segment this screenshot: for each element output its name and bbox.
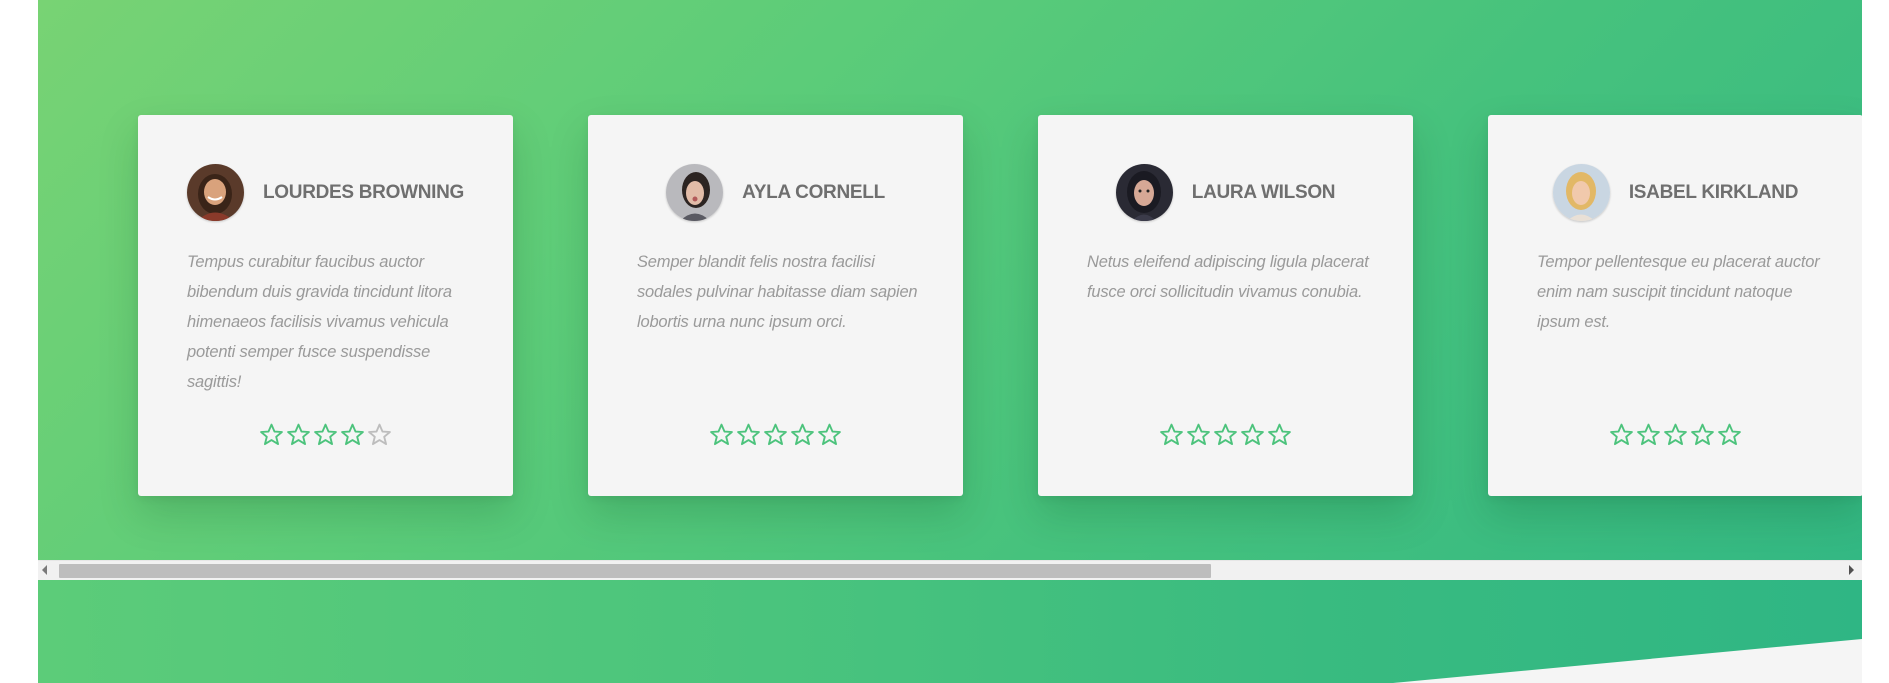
star-filled-icon xyxy=(1636,422,1661,447)
testimonial-card: AYLA CORNELL Semper blandit felis nostra… xyxy=(588,115,963,496)
star-filled-icon xyxy=(259,422,284,447)
star-filled-icon xyxy=(1717,422,1742,447)
star-filled-icon xyxy=(1663,422,1688,447)
reviewer-name: LOURDES BROWNING xyxy=(262,181,465,203)
star-empty-icon xyxy=(367,422,392,447)
page: LOURDES BROWNING Tempus curabitur faucib… xyxy=(0,0,1889,683)
scrollbar-thumb[interactable] xyxy=(59,564,1211,578)
footer-green-band xyxy=(38,580,1862,683)
star-rating xyxy=(588,422,963,447)
testimonials-carousel[interactable]: LOURDES BROWNING Tempus curabitur faucib… xyxy=(138,115,1862,496)
avatar xyxy=(186,164,244,221)
testimonials-section: LOURDES BROWNING Tempus curabitur faucib… xyxy=(38,0,1862,560)
scroll-left-arrow-icon[interactable] xyxy=(42,565,47,575)
reviewer-name: LAURA WILSON xyxy=(1191,181,1336,203)
star-filled-icon xyxy=(817,422,842,447)
star-filled-icon xyxy=(1267,422,1292,447)
testimonial-quote: Tempus curabitur faucibus auctor bibendu… xyxy=(187,253,452,391)
star-rating xyxy=(1488,422,1862,447)
testimonial-card: LOURDES BROWNING Tempus curabitur faucib… xyxy=(138,115,513,496)
star-filled-icon xyxy=(709,422,734,447)
white-diagonal-shape xyxy=(1393,639,1862,683)
star-filled-icon xyxy=(790,422,815,447)
avatar xyxy=(1115,164,1173,221)
scroll-right-arrow-icon[interactable] xyxy=(1849,565,1854,575)
avatar xyxy=(1552,164,1610,221)
star-filled-icon xyxy=(1240,422,1265,447)
star-filled-icon xyxy=(1186,422,1211,447)
right-margin xyxy=(1862,0,1889,683)
reviewer-name: ISABEL KIRKLAND xyxy=(1628,181,1799,203)
testimonial-header: AYLA CORNELL xyxy=(588,164,963,221)
star-filled-icon xyxy=(736,422,761,447)
star-rating xyxy=(138,422,513,447)
testimonial-card: ISABEL KIRKLAND Tempor pellentesque eu p… xyxy=(1488,115,1862,496)
testimonial-header: LAURA WILSON xyxy=(1038,164,1413,221)
testimonial-card: LAURA WILSON Netus eleifend adipiscing l… xyxy=(1038,115,1413,496)
testimonial-header: ISABEL KIRKLAND xyxy=(1488,164,1862,221)
testimonial-header: LOURDES BROWNING xyxy=(138,164,513,221)
star-filled-icon xyxy=(313,422,338,447)
testimonial-quote: Semper blandit felis nostra facilisi sod… xyxy=(637,253,918,331)
testimonial-quote: Tempor pellentesque eu placerat auctor e… xyxy=(1537,253,1820,331)
horizontal-scrollbar[interactable] xyxy=(38,560,1862,580)
star-filled-icon xyxy=(1690,422,1715,447)
star-filled-icon xyxy=(1609,422,1634,447)
star-filled-icon xyxy=(1213,422,1238,447)
testimonial-quote: Netus eleifend adipiscing ligula placera… xyxy=(1087,253,1369,301)
reviewer-name: AYLA CORNELL xyxy=(742,181,885,203)
star-rating xyxy=(1038,422,1413,447)
star-filled-icon xyxy=(1159,422,1184,447)
avatar xyxy=(666,164,724,221)
star-filled-icon xyxy=(763,422,788,447)
star-filled-icon xyxy=(286,422,311,447)
star-filled-icon xyxy=(340,422,365,447)
